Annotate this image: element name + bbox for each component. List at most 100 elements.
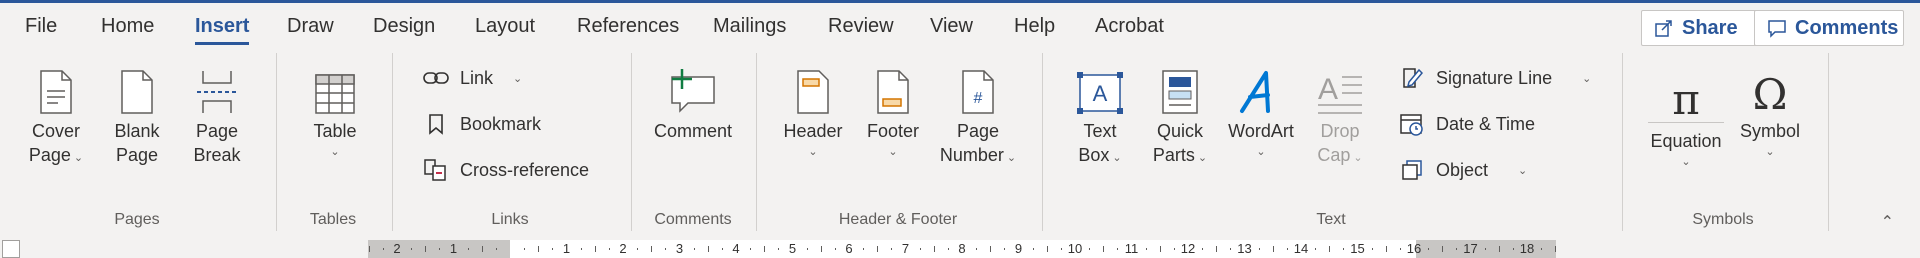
ruler-tick — [411, 248, 413, 250]
quick-parts-label-2: Parts — [1152, 145, 1195, 165]
tab-mailings[interactable]: Mailings — [713, 13, 786, 43]
ruler-tick — [990, 246, 992, 252]
ruler-tick — [1315, 248, 1317, 250]
chevron-down-icon[interactable]: ⌄ — [1582, 72, 1591, 85]
ruler-tick — [524, 248, 526, 250]
tab-selector[interactable] — [2, 240, 20, 258]
cover-page-label-1: Cover — [31, 121, 80, 141]
tab-help[interactable]: Help — [1014, 13, 1055, 43]
page-break-label-1: Page — [195, 121, 239, 141]
tab-view[interactable]: View — [930, 13, 973, 43]
bookmark-label: Bookmark — [460, 113, 542, 134]
share-label: Share — [1682, 16, 1738, 39]
ruler-tick — [1272, 246, 1274, 252]
cover-page-button[interactable]: Cover Page ⌄ — [24, 63, 88, 167]
share-button[interactable]: Share — [1641, 10, 1765, 46]
comments-icon — [1768, 20, 1786, 38]
chevron-down-icon[interactable]: ⌄ — [513, 72, 522, 85]
ruler-tick — [538, 246, 540, 252]
tab-file[interactable]: File — [25, 13, 57, 43]
svg-text:π: π — [1672, 78, 1700, 122]
cross-reference-button[interactable]: Cross-reference — [422, 153, 589, 187]
ruler-tick — [665, 248, 667, 250]
header-label: Header — [783, 121, 843, 141]
equation-button[interactable]: π Equation ⌄ — [1640, 63, 1732, 171]
drop-cap-button[interactable]: A Drop Cap ⌄ — [1308, 63, 1372, 167]
table-button[interactable]: Table ⌄ — [300, 63, 370, 161]
ribbon-insert: Cover Page⌄ Blank Page Page Break Pages — [0, 49, 1920, 235]
text-box-button[interactable]: A Text Box ⌄ — [1068, 63, 1132, 167]
header-button[interactable]: Header ⌄ — [780, 63, 846, 161]
blank-page-button[interactable]: Blank Page — [105, 63, 169, 167]
new-comment-button[interactable]: Comment — [650, 63, 736, 143]
chevron-down-icon: ⌄ — [1681, 156, 1691, 168]
ruler-tick — [933, 246, 935, 252]
ruler-number: 11 — [1124, 241, 1139, 256]
quick-parts-icon — [1162, 70, 1198, 114]
ruler-tick — [425, 246, 427, 252]
link-button[interactable]: Link ⌄ — [422, 61, 522, 95]
quick-parts-button[interactable]: Quick Parts ⌄ — [1148, 63, 1212, 167]
ruler-right-margin — [1416, 240, 1556, 258]
ruler-number: 16 — [1406, 241, 1422, 256]
signature-line-icon — [1403, 68, 1423, 88]
svg-text:#: # — [974, 90, 983, 107]
page-number-button[interactable]: # Page Number ⌄ — [934, 63, 1022, 167]
tab-acrobat[interactable]: Acrobat — [1095, 13, 1164, 43]
ruler-tick — [1399, 248, 1401, 250]
ruler-tick — [863, 248, 865, 250]
ruler-tick — [1428, 248, 1430, 250]
object-button[interactable]: Object ⌄ — [1398, 153, 1527, 187]
chevron-down-icon: ⌄ — [1765, 146, 1775, 158]
ruler-tick — [651, 246, 653, 252]
group-divider — [1622, 53, 1623, 231]
ruler-tick — [1216, 246, 1218, 252]
tab-draw[interactable]: Draw — [287, 13, 334, 43]
ruler-tick — [1060, 248, 1062, 250]
ruler-tick — [1004, 248, 1006, 250]
ruler-tick — [891, 248, 893, 250]
horizontal-ruler[interactable]: 2 1 1 2 3 4 5 6 7 8 9 10 11 12 13 14 15 16 17 18 — [368, 240, 1556, 258]
ruler-tick — [764, 246, 766, 252]
page-number-icon: # — [962, 70, 994, 114]
page-break-button[interactable]: Page Break — [185, 63, 249, 167]
tab-insert[interactable]: Insert — [195, 13, 250, 45]
tab-references[interactable]: References — [577, 13, 679, 43]
equation-label: Equation — [1650, 131, 1722, 151]
ruler-tick — [750, 248, 752, 250]
chevron-down-icon: ⌄ — [1353, 152, 1363, 164]
ruler-number: 10 — [1067, 241, 1083, 256]
group-label-tables: Tables — [309, 211, 357, 228]
group-divider — [276, 53, 277, 231]
group-label-text: Text — [1316, 211, 1346, 228]
comments-button[interactable]: Comments — [1754, 10, 1904, 46]
footer-button[interactable]: Footer ⌄ — [860, 63, 926, 161]
ruler-tick — [580, 248, 582, 250]
wordart-button[interactable]: WordArt ⌄ — [1222, 63, 1300, 161]
group-label-header-footer: Header & Footer — [838, 211, 958, 228]
date-time-button[interactable]: Date & Time — [1398, 107, 1535, 141]
tab-home[interactable]: Home — [101, 13, 154, 43]
ruler-number: 13 — [1237, 241, 1252, 256]
ruler-tick — [693, 248, 695, 250]
symbol-button[interactable]: Ω Symbol ⌄ — [1735, 63, 1805, 161]
ruler-tick — [368, 246, 370, 252]
ruler-tick — [1442, 246, 1444, 252]
ruler-tick — [976, 248, 978, 250]
object-icon — [1402, 160, 1422, 180]
signature-line-button[interactable]: Signature Line ⌄ — [1398, 61, 1591, 95]
page-number-label-2: Number — [939, 145, 1004, 165]
bookmark-icon — [429, 114, 443, 135]
collapse-ribbon-icon[interactable]: ⌃ — [1881, 212, 1894, 232]
group-divider — [392, 53, 393, 231]
chevron-down-icon[interactable]: ⌄ — [1518, 164, 1527, 177]
ruler-tick — [552, 248, 554, 250]
bookmark-button[interactable]: Bookmark — [422, 107, 541, 141]
ruler-tick — [1159, 246, 1161, 252]
tab-design[interactable]: Design — [373, 13, 435, 43]
tab-layout[interactable]: Layout — [475, 13, 535, 43]
chevron-down-icon: ⌄ — [1006, 152, 1017, 164]
blank-page-label-2: Page — [115, 145, 159, 165]
tab-review[interactable]: Review — [828, 13, 894, 43]
horizontal-ruler-bar: 2 1 1 2 3 4 5 6 7 8 9 10 11 12 13 14 15 16 17 18 — [0, 235, 1920, 258]
